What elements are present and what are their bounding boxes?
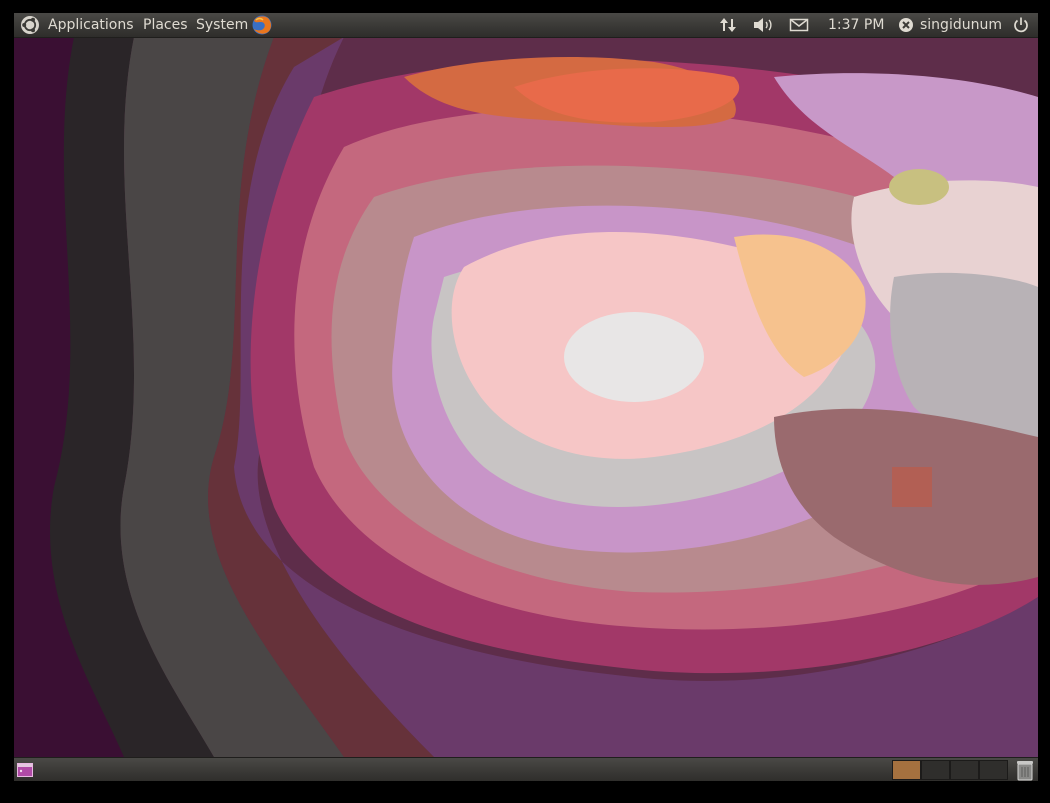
trash-icon[interactable] <box>1015 759 1035 781</box>
wallpaper-art <box>14 37 1038 757</box>
firefox-icon[interactable] <box>251 14 273 40</box>
mail-envelope-icon[interactable] <box>789 17 809 37</box>
ubuntu-logo-icon[interactable] <box>20 15 40 39</box>
workspace-2[interactable] <box>921 760 950 780</box>
workspace-3[interactable] <box>950 760 979 780</box>
top-panel: Applications Places System 1:37 PM singi… <box>14 13 1038 38</box>
desktop-wallpaper[interactable] <box>14 37 1038 757</box>
applications-menu[interactable]: Applications <box>48 13 134 37</box>
show-desktop-icon[interactable] <box>17 762 33 781</box>
bottom-panel <box>14 757 1038 781</box>
clock[interactable]: 1:37 PM <box>828 13 884 37</box>
user-status-icon <box>898 17 914 37</box>
desktop-screen: Applications Places System 1:37 PM singi… <box>14 13 1038 781</box>
system-menu[interactable]: System <box>196 13 248 37</box>
volume-icon[interactable] <box>752 16 774 38</box>
workspace-1[interactable] <box>892 760 921 780</box>
places-menu[interactable]: Places <box>143 13 188 37</box>
workspace-4[interactable] <box>979 760 1008 780</box>
power-icon[interactable] <box>1012 16 1030 38</box>
username-label[interactable]: singidunum <box>920 13 1002 37</box>
network-updown-icon[interactable] <box>719 16 737 38</box>
